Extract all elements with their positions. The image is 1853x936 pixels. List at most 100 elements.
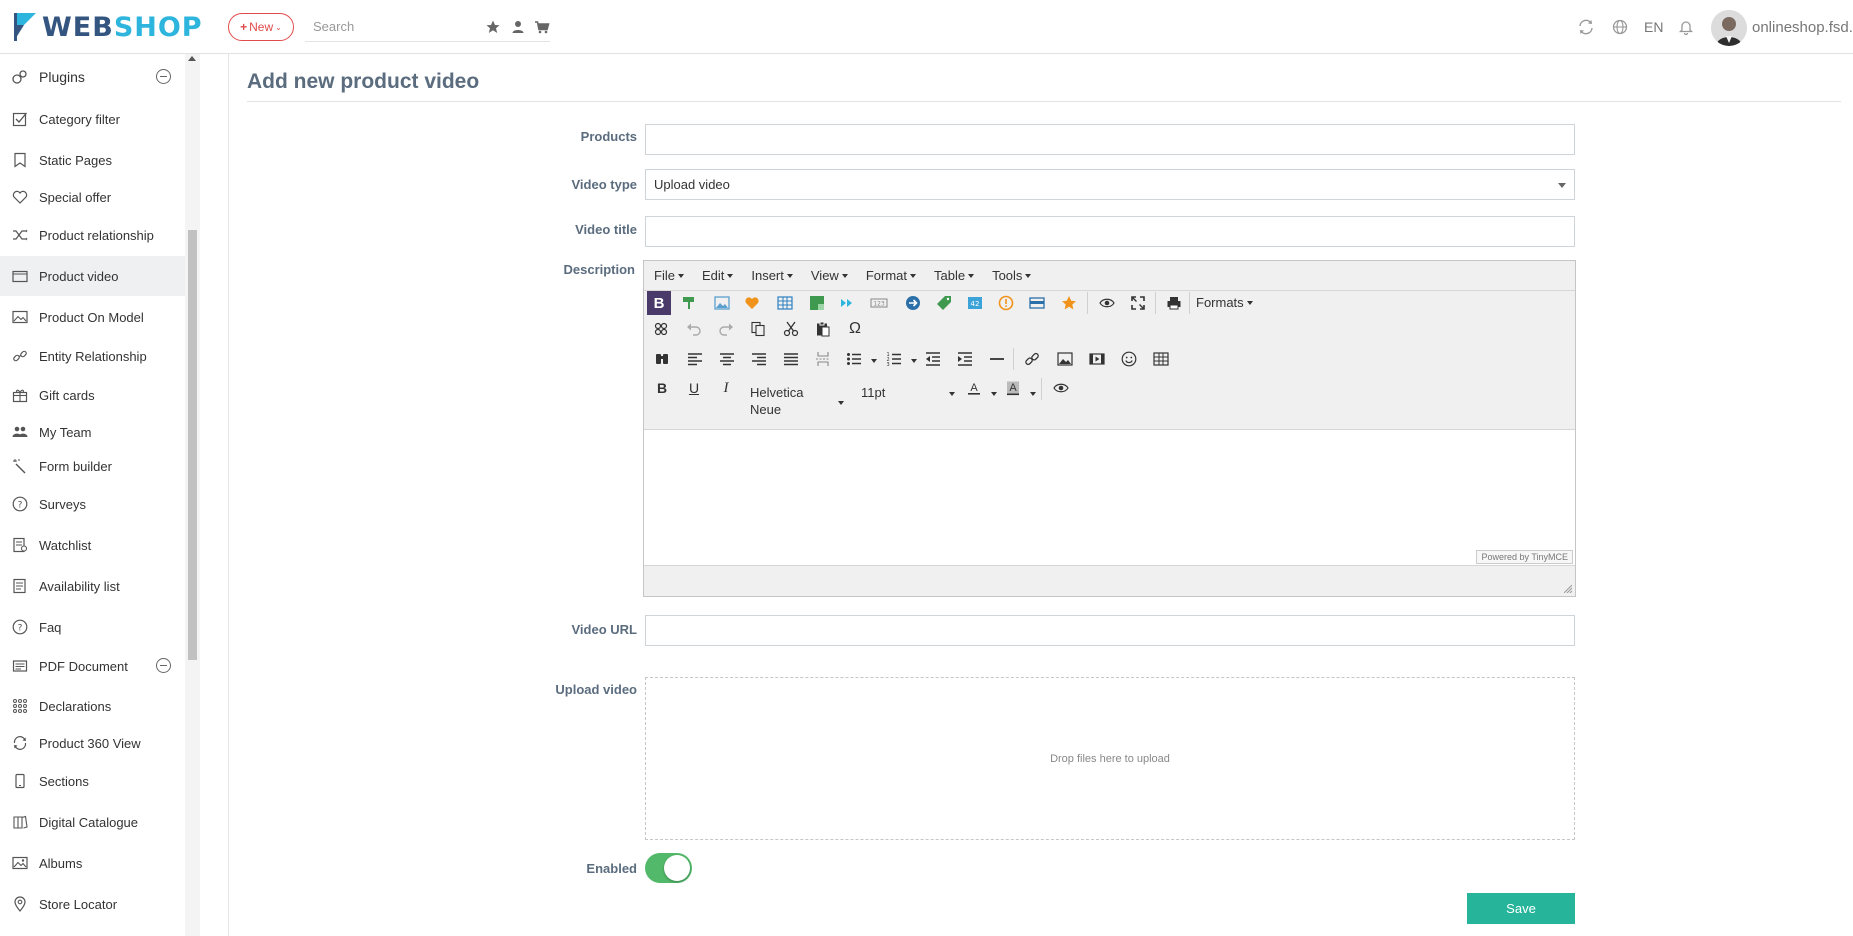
insert-table-icon[interactable] (1149, 347, 1173, 371)
page-break-icon[interactable] (811, 347, 835, 371)
font-size-select[interactable]: 11pt (861, 385, 885, 400)
outdent-icon[interactable] (921, 347, 945, 371)
align-justify-icon[interactable] (779, 347, 803, 371)
scrollbar-thumb[interactable] (188, 230, 197, 660)
redo-icon[interactable] (714, 317, 738, 341)
sidebar-item-static-pages[interactable]: Static Pages (0, 140, 185, 180)
shop-name[interactable]: onlineshop.fsd.rs (1752, 19, 1853, 36)
bullet-list-icon[interactable] (842, 347, 866, 371)
powered-by-tinymce[interactable]: Powered by TinyMCE (1476, 550, 1573, 564)
collapse-icon[interactable] (156, 69, 171, 84)
align-center-icon[interactable] (715, 347, 739, 371)
insert-image-icon[interactable] (1053, 347, 1077, 371)
align-left-icon[interactable] (683, 347, 707, 371)
sidebar-item-product-360-view[interactable]: Product 360 View (0, 723, 185, 763)
sidebar-item-special-offer[interactable]: Special offer (0, 177, 185, 217)
bell-icon[interactable] (1677, 18, 1695, 36)
number-block-icon[interactable]: 42 (963, 291, 987, 315)
bold-icon[interactable]: B (650, 376, 674, 400)
sidebar-scrollbar[interactable] (185, 54, 200, 936)
text-color-dropdown-icon[interactable] (991, 392, 997, 396)
sidebar-item-sections[interactable]: Sections (0, 761, 185, 801)
sidebar-item-entity-relationship[interactable]: Entity Relationship (0, 336, 185, 376)
tag-icon[interactable] (932, 291, 956, 315)
resize-handle-icon[interactable] (1564, 585, 1572, 593)
forward-arrows-icon[interactable] (836, 291, 860, 315)
font-family-dropdown-icon[interactable] (838, 401, 844, 405)
emoticon-icon[interactable] (1117, 347, 1141, 371)
globe-icon[interactable] (1611, 18, 1629, 36)
sidebar-item-declarations[interactable]: Declarations (0, 686, 185, 726)
save-button[interactable]: Save (1467, 893, 1575, 924)
fullscreen-icon[interactable] (1126, 291, 1150, 315)
templates-icon[interactable] (649, 317, 673, 341)
menu-edit[interactable]: Edit (702, 268, 734, 283)
sidebar-section-plugins[interactable]: Plugins (0, 57, 185, 97)
menu-table[interactable]: Table (934, 268, 975, 283)
image-gallery-icon[interactable] (710, 291, 734, 315)
video-url-field[interactable] (645, 615, 1575, 646)
font-size-dropdown-icon[interactable] (949, 392, 955, 396)
sidebar-item-watchlist[interactable]: Watchlist (0, 525, 185, 565)
underline-icon[interactable]: U (682, 376, 706, 400)
star-icon[interactable] (485, 19, 501, 35)
sidebar-item-category-filter[interactable]: Category filter (0, 99, 185, 139)
print-icon[interactable] (1162, 291, 1186, 315)
sidebar-item-surveys[interactable]: ? Surveys (0, 484, 185, 524)
products-field[interactable] (645, 124, 1575, 155)
bullet-list-dropdown-icon[interactable] (871, 359, 877, 363)
layout-block-icon[interactable] (805, 291, 829, 315)
menu-file[interactable]: File (654, 268, 684, 283)
special-character-icon[interactable]: Ω (843, 317, 867, 341)
sidebar-item-form-builder[interactable]: Form builder (0, 446, 185, 486)
paint-roller-icon[interactable] (677, 291, 701, 315)
preview-eye-icon[interactable] (1049, 376, 1073, 400)
numbered-list-dropdown-icon[interactable] (911, 359, 917, 363)
align-right-icon[interactable] (747, 347, 771, 371)
webshop-logo[interactable]: WEBSHOP (12, 9, 203, 45)
banner-icon[interactable] (1025, 291, 1049, 315)
editor-content-area[interactable]: Powered by TinyMCE (644, 429, 1575, 566)
sidebar-item-store-locator[interactable]: Store Locator (0, 884, 185, 924)
scroll-up-arrow-icon[interactable] (188, 56, 196, 61)
avatar[interactable] (1711, 10, 1747, 46)
paste-icon[interactable] (811, 317, 835, 341)
sidebar-item-availability-list[interactable]: Availability list (0, 566, 185, 606)
menu-tools[interactable]: Tools (992, 268, 1032, 283)
cut-icon[interactable] (779, 317, 803, 341)
numbered-list-icon[interactable]: 123 (882, 347, 906, 371)
undo-icon[interactable] (682, 317, 706, 341)
star-icon[interactable] (1057, 291, 1081, 315)
sidebar-item-digital-catalogue[interactable]: Digital Catalogue (0, 802, 185, 842)
copy-icon[interactable] (746, 317, 770, 341)
sidebar-item-product-on-model[interactable]: Product On Model (0, 297, 185, 337)
cart-icon[interactable] (534, 19, 550, 35)
search-input[interactable] (305, 12, 475, 40)
video-title-field[interactable] (645, 216, 1575, 247)
sidebar-item-gift-cards[interactable]: Gift cards (0, 375, 185, 415)
sidebar-item-product-video[interactable]: Product video (0, 256, 185, 296)
indent-icon[interactable] (953, 347, 977, 371)
new-button[interactable]: + New ⌄ (228, 13, 294, 41)
sync-icon[interactable] (1577, 18, 1595, 36)
user-icon[interactable] (510, 19, 526, 35)
menu-insert[interactable]: Insert (751, 268, 793, 283)
heart-badge-icon[interactable] (740, 291, 764, 315)
link-icon[interactable] (1020, 347, 1044, 371)
alert-icon[interactable] (994, 291, 1018, 315)
table-grid-icon[interactable] (773, 291, 797, 315)
upload-dropzone[interactable]: Drop files here to upload (645, 677, 1575, 840)
sidebar-item-faq[interactable]: ? Faq (0, 607, 185, 647)
enabled-toggle[interactable] (645, 853, 692, 883)
text-color-icon[interactable]: A (962, 376, 986, 400)
formats-dropdown[interactable]: Formats (1196, 295, 1253, 310)
insert-media-icon[interactable] (1085, 347, 1109, 371)
background-color-icon[interactable]: A (1001, 376, 1025, 400)
language-selector[interactable]: EN (1644, 19, 1663, 35)
italic-icon[interactable]: I (714, 376, 738, 400)
background-color-dropdown-icon[interactable] (1030, 392, 1036, 396)
video-type-select[interactable]: Upload video (645, 169, 1575, 200)
horizontal-rule-icon[interactable] (985, 347, 1009, 371)
bold-block-icon[interactable]: B (647, 291, 671, 315)
sidebar-item-pdf-document[interactable]: PDF Document (0, 646, 185, 686)
